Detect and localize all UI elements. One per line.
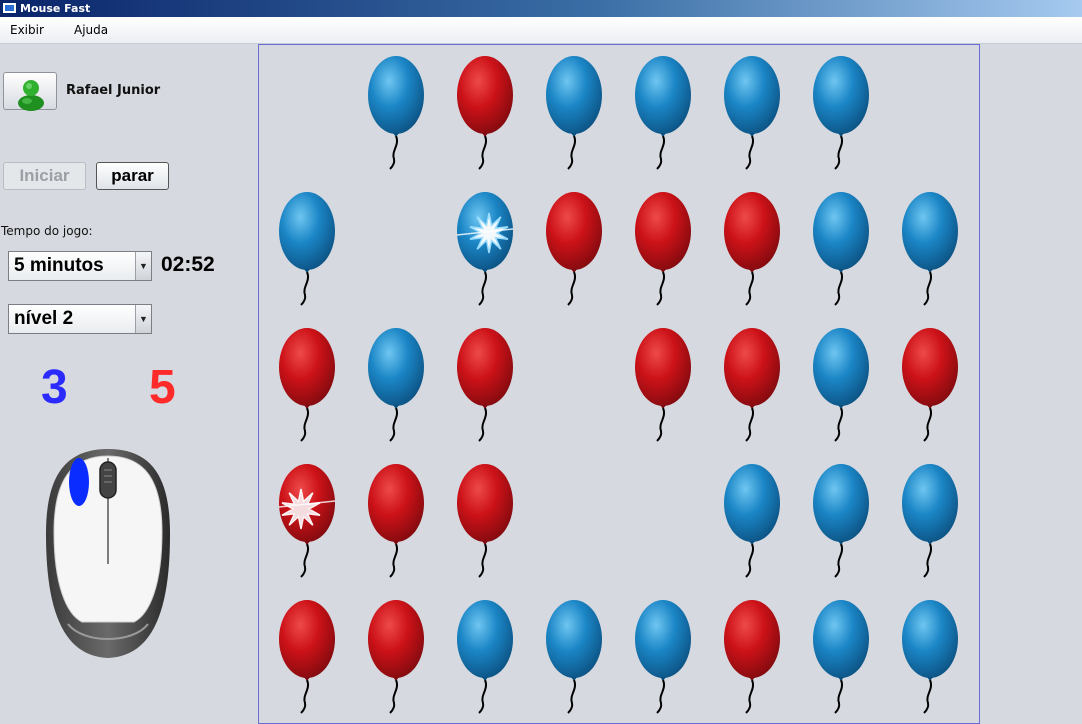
red-balloon[interactable] — [277, 599, 337, 714]
red-balloon[interactable] — [366, 599, 426, 714]
red-balloon[interactable] — [544, 191, 604, 306]
red-balloon[interactable] — [900, 327, 960, 442]
blue-balloon[interactable] — [366, 327, 426, 442]
blue-balloon[interactable] — [900, 599, 960, 714]
blue-balloon[interactable] — [366, 55, 426, 170]
red-balloon[interactable] — [633, 191, 693, 306]
blue-balloon[interactable] — [544, 599, 604, 714]
level-value: nível 2 — [14, 308, 74, 329]
blue-balloon[interactable] — [900, 191, 960, 306]
stop-button[interactable]: parar — [96, 162, 169, 190]
red-balloon[interactable] — [633, 327, 693, 442]
game-time-label: Tempo do jogo: — [1, 224, 93, 238]
blue-balloon[interactable] — [633, 55, 693, 170]
blue-balloon-popped[interactable] — [455, 191, 515, 306]
mouse-icon — [46, 449, 170, 658]
countdown-timer: 02:52 — [161, 253, 215, 276]
title-bar: Mouse Fast — [0, 0, 1082, 17]
blue-score: 3 — [41, 361, 68, 414]
level-select[interactable]: nível 2 ▼ — [8, 304, 152, 334]
red-score: 5 — [149, 361, 176, 414]
blue-balloon[interactable] — [811, 599, 871, 714]
menu-exibir[interactable]: Exibir — [10, 23, 44, 37]
red-balloon[interactable] — [455, 463, 515, 578]
chevron-down-icon[interactable]: ▼ — [135, 305, 151, 333]
game-time-value: 5 minutos — [14, 255, 104, 276]
chevron-down-icon[interactable]: ▼ — [135, 252, 151, 280]
player-name: Rafael Junior — [66, 83, 161, 98]
control-panel: Rafael Junior Iniciar parar Tempo do jog… — [0, 44, 258, 724]
red-balloon[interactable] — [366, 463, 426, 578]
app-icon — [2, 2, 17, 14]
blue-balloon[interactable] — [633, 599, 693, 714]
red-balloon[interactable] — [455, 55, 515, 170]
red-balloon[interactable] — [722, 191, 782, 306]
blue-balloon[interactable] — [277, 191, 337, 306]
blue-balloon[interactable] — [455, 599, 515, 714]
blue-balloon[interactable] — [900, 463, 960, 578]
start-button[interactable]: Iniciar — [3, 162, 86, 190]
red-balloon[interactable] — [722, 599, 782, 714]
blue-balloon[interactable] — [811, 327, 871, 442]
game-time-select[interactable]: 5 minutos ▼ — [8, 251, 152, 281]
red-balloon[interactable] — [722, 327, 782, 442]
blue-balloon[interactable] — [722, 55, 782, 170]
blue-balloon[interactable] — [544, 55, 604, 170]
window-title: Mouse Fast — [20, 2, 91, 15]
red-balloon-popped[interactable] — [277, 463, 337, 578]
game-board[interactable] — [258, 44, 980, 724]
user-button[interactable] — [3, 72, 57, 111]
blue-balloon[interactable] — [811, 55, 871, 170]
blue-balloon[interactable] — [722, 463, 782, 578]
blue-balloon[interactable] — [811, 191, 871, 306]
red-balloon[interactable] — [455, 327, 515, 442]
blue-balloon[interactable] — [811, 463, 871, 578]
red-balloon[interactable] — [277, 327, 337, 442]
menu-bar: Exibir Ajuda — [0, 17, 1082, 44]
menu-ajuda[interactable]: Ajuda — [74, 23, 108, 37]
user-icon — [18, 80, 44, 111]
